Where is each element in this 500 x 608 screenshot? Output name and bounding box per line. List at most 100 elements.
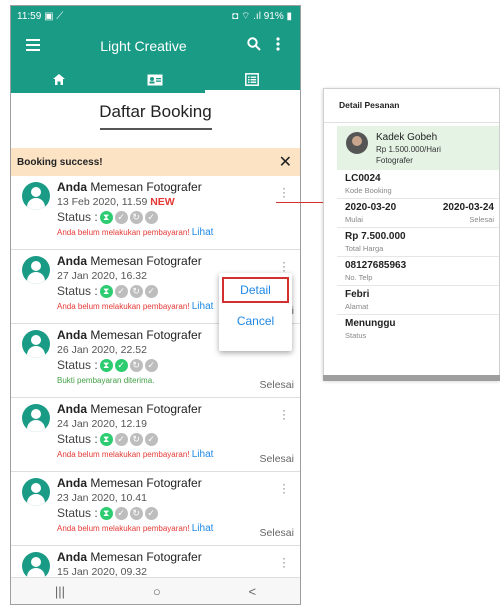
- popup-menu: Detail Cancel: [219, 273, 292, 351]
- back-button[interactable]: <: [248, 584, 256, 599]
- booking-action: Memesan Fotografer: [87, 550, 202, 564]
- booking-item[interactable]: Anda Memesan Fotografer 13 Feb 2020, 11.5…: [11, 176, 300, 250]
- toast-message: Booking success!: [17, 156, 103, 168]
- done-all-icon: ✓: [144, 432, 158, 446]
- booking-status: Status : ⧗ ✓ ↻ ✓: [57, 210, 294, 224]
- home-icon: [53, 74, 66, 85]
- booking-status: Status : ⧗ ✓ ↻ ✓: [57, 358, 294, 372]
- booking-status: Status : ⧗ ✓ ↻ ✓: [57, 432, 294, 446]
- more-vert-icon[interactable]: ···: [282, 478, 286, 498]
- booking-actor: Anda: [57, 180, 87, 194]
- lihat-link[interactable]: Lihat: [192, 227, 214, 238]
- total-price-label: Total Harga: [345, 244, 384, 253]
- booking-code-label: Kode Booking: [345, 186, 392, 195]
- booking-note: Bukti pembayaran diterima.: [57, 376, 155, 385]
- booking-date: 13 Feb 2020, 11.59 NEW: [57, 196, 175, 208]
- page-title: Daftar Booking: [99, 102, 212, 121]
- hamburger-icon[interactable]: [21, 38, 45, 55]
- hourglass-icon: ⧗: [99, 284, 113, 298]
- avatar: [22, 404, 50, 432]
- photographer-price: Rp 1.500.000/Hari: [376, 145, 441, 154]
- booking-title: Anda Memesan Fotografer: [57, 402, 294, 416]
- end-date-label: Selesai: [469, 215, 494, 224]
- app-bar: Light Creative: [11, 26, 300, 66]
- booking-title: Anda Memesan Fotografer: [57, 254, 294, 268]
- home-button[interactable]: ○: [153, 584, 161, 599]
- detail-panel-footer: [323, 375, 500, 381]
- avatar: [22, 330, 50, 358]
- booking-action: Memesan Fotografer: [87, 180, 202, 194]
- photographer-avatar: [346, 132, 368, 154]
- more-vert-icon[interactable]: ···: [282, 552, 286, 572]
- booking-status: Status : ⧗ ✓ ↻ ✓: [57, 506, 294, 520]
- tab-profile[interactable]: [107, 66, 203, 93]
- more-vert-icon[interactable]: ···: [282, 404, 286, 424]
- done-all-icon: ✓: [144, 506, 158, 520]
- booking-action: Memesan Fotografer: [87, 254, 202, 268]
- booking-action: Memesan Fotografer: [87, 402, 202, 416]
- selesai-button[interactable]: Selesai: [260, 453, 294, 465]
- phone-screen: 11:59 ▣ ⟋ ◘ ⌔ .ıl 91% ▮ Light Creative D…: [10, 5, 301, 605]
- close-icon[interactable]: ✕: [279, 152, 292, 172]
- address-label: Alamat: [345, 302, 369, 311]
- status-value: Menunggu: [345, 318, 396, 329]
- hourglass-icon: ⧗: [99, 506, 113, 520]
- lihat-link[interactable]: Lihat: [192, 301, 214, 312]
- booking-actor: Anda: [57, 476, 87, 490]
- photographer-role: Fotografer: [376, 156, 413, 165]
- cancel-menu-item[interactable]: Cancel: [219, 303, 292, 339]
- success-toast: Booking success! ✕: [11, 148, 300, 176]
- start-date-label: Mulai: [345, 215, 363, 224]
- phone-field: 08127685963 No. Telp: [337, 257, 499, 286]
- phone-label: No. Telp: [345, 273, 373, 282]
- tab-booking-list[interactable]: [204, 66, 300, 93]
- app-title: Light Creative: [100, 38, 187, 54]
- booking-item[interactable]: Anda Memesan Fotografer 24 Jan 2020, 12.1…: [11, 398, 300, 472]
- booking-date: 23 Jan 2020, 10.41: [57, 492, 147, 504]
- address-field: Febri Alamat: [337, 286, 499, 315]
- done-all-icon: ✓: [144, 358, 158, 372]
- booking-actor: Anda: [57, 550, 87, 564]
- booking-item[interactable]: Anda Memesan Fotografer 23 Jan 2020, 10.4…: [11, 472, 300, 546]
- tab-home[interactable]: [11, 66, 107, 93]
- more-vert-icon[interactable]: ···: [282, 256, 286, 276]
- detail-panel: Detail Pesanan Kadek Gobeh Rp 1.500.000/…: [323, 88, 500, 380]
- avatar: [22, 256, 50, 284]
- date-range-field: 2020-03-20 2020-03-24 Mulai Selesai: [337, 199, 499, 228]
- notification-icons: ▣ ⟋: [44, 10, 64, 22]
- total-price-field: Rp 7.500.000 Total Harga: [337, 228, 499, 257]
- avatar: [22, 182, 50, 210]
- start-date-value: 2020-03-20: [345, 202, 397, 213]
- recent-apps-button[interactable]: |||: [55, 584, 65, 599]
- done-all-icon: ✓: [144, 210, 158, 224]
- booking-actor: Anda: [57, 254, 87, 268]
- status-bar: 11:59 ▣ ⟋ ◘ ⌔ .ıl 91% ▮: [11, 6, 300, 26]
- check-icon: ✓: [114, 210, 128, 224]
- tab-bar: [11, 66, 300, 93]
- system-icons: ◘ ⌔ .ıl 91% ▮: [232, 10, 292, 22]
- detail-menu-item[interactable]: Detail: [222, 277, 289, 303]
- photographer-name: Kadek Gobeh: [376, 132, 438, 143]
- booking-action: Memesan Fotografer: [87, 328, 202, 342]
- hourglass-icon: ⧗: [99, 358, 113, 372]
- more-vert-icon[interactable]: [266, 37, 290, 55]
- detail-panel-title: Detail Pesanan: [324, 89, 499, 123]
- check-icon: ✓: [114, 284, 128, 298]
- photographer-card: Kadek Gobeh Rp 1.500.000/Hari Fotografer: [337, 126, 499, 170]
- booking-title: Anda Memesan Fotografer: [57, 180, 294, 194]
- id-card-icon: [147, 74, 163, 85]
- selesai-button[interactable]: Selesai: [260, 379, 294, 391]
- status-label: Status: [345, 331, 367, 340]
- booking-note: Anda belum melakukan pembayaran! Lihat: [57, 449, 214, 460]
- total-price-value: Rp 7.500.000: [345, 231, 406, 242]
- selesai-button[interactable]: Selesai: [260, 527, 294, 539]
- sync-icon: ↻: [129, 506, 143, 520]
- avatar: [22, 552, 50, 580]
- more-vert-icon[interactable]: ···: [282, 182, 286, 202]
- lihat-link[interactable]: Lihat: [192, 523, 214, 534]
- lihat-link[interactable]: Lihat: [192, 449, 214, 460]
- clock: 11:59: [17, 10, 42, 22]
- system-nav-bar: ||| ○ <: [11, 577, 300, 604]
- search-icon[interactable]: [242, 37, 266, 55]
- booking-code-field: LC0024 Kode Booking: [337, 170, 499, 199]
